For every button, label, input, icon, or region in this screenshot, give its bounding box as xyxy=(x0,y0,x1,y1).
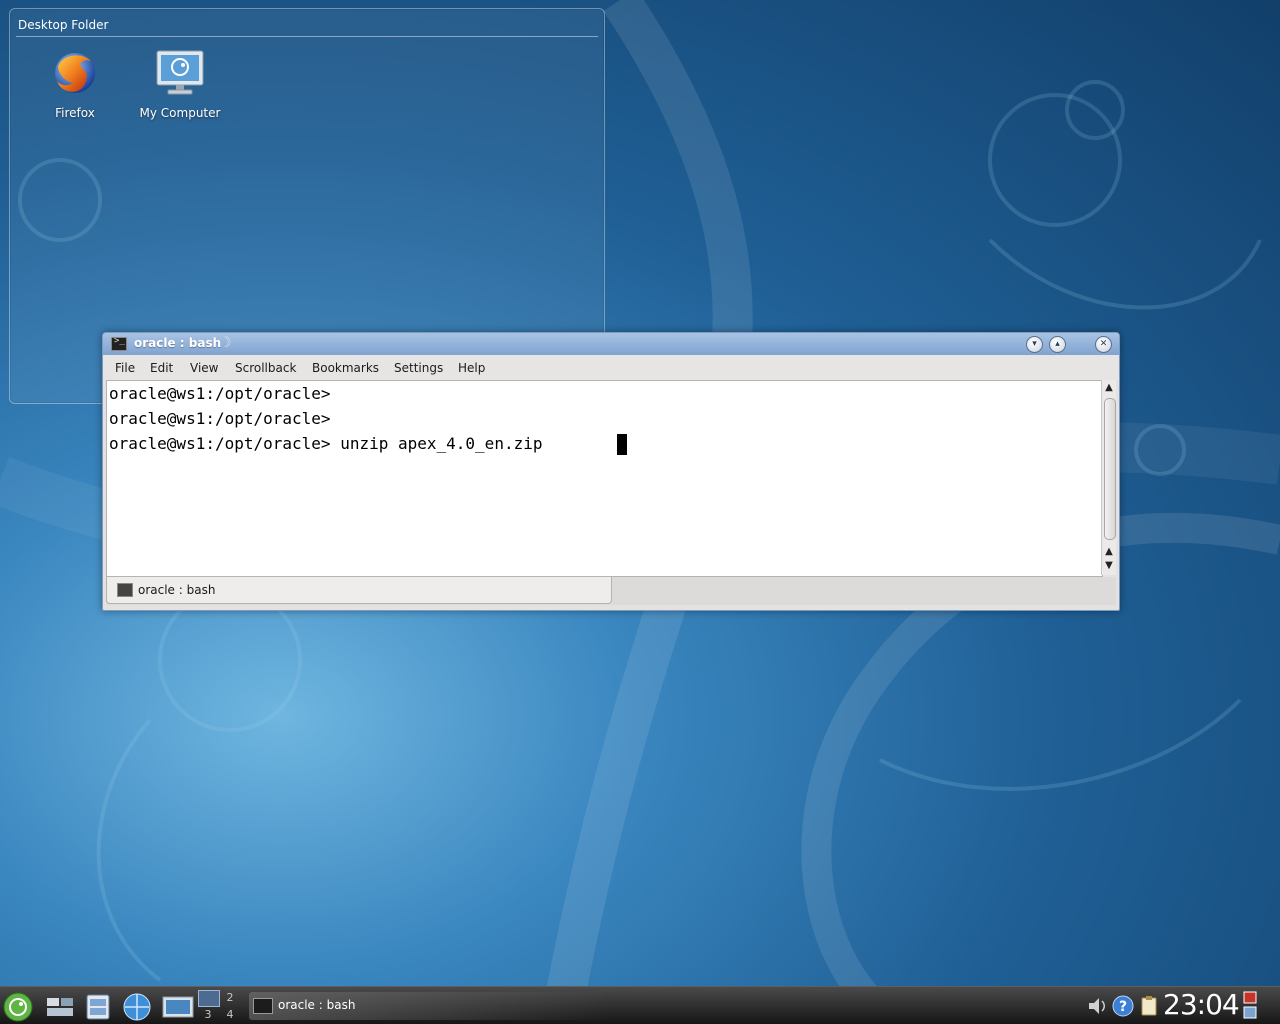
scroll-down-arrow-icon[interactable]: ▼ xyxy=(1102,560,1116,572)
folder-view-divider xyxy=(16,36,598,37)
pager-desktop-2[interactable]: 2 xyxy=(220,990,240,1005)
menu-edit[interactable]: Edit xyxy=(150,361,173,375)
pager-desktop-1[interactable]: 1 xyxy=(198,990,220,1007)
kickoff-menu-icon xyxy=(3,992,33,1022)
folder-view-title: Desktop Folder xyxy=(18,18,109,32)
desktop-icon-label: Firefox xyxy=(55,106,95,120)
menu-file[interactable]: File xyxy=(115,361,135,375)
menu-settings[interactable]: Settings xyxy=(394,361,443,375)
terminal-line: oracle@ws1:/opt/oracle> xyxy=(109,409,331,428)
scrollbar[interactable]: ▲ ▲ ▼ xyxy=(1101,380,1116,575)
terminal-icon xyxy=(117,583,133,597)
menu-scrollback[interactable]: Scrollback xyxy=(235,361,296,375)
computer-icon xyxy=(156,50,204,95)
taskbar: 1 2 3 4 oracle : bash ? 23:04 xyxy=(0,986,1280,1024)
menu-help[interactable]: Help xyxy=(458,361,485,375)
maximize-button[interactable]: ▴ xyxy=(1049,336,1066,353)
show-desktop-icon xyxy=(47,998,73,1016)
openSUSE-gecko-icon: ☽ xyxy=(219,335,232,351)
volume-icon[interactable] xyxy=(1086,995,1108,1021)
konsole-window[interactable]: >_ oracle : bash ☽ ▾ ▴ ✕ File Edit View … xyxy=(102,332,1120,611)
firefox-icon xyxy=(55,53,95,93)
terminal-line: oracle@ws1:/opt/oracle> xyxy=(109,384,331,403)
minimize-button[interactable]: ▾ xyxy=(1026,336,1043,353)
terminal-line: oracle@ws1:/opt/oracle> unzip apex_4.0_e… xyxy=(109,434,553,453)
file-manager-icon xyxy=(86,994,110,1020)
maximize-icon: ▴ xyxy=(1055,339,1060,349)
pager-desktop-4[interactable]: 4 xyxy=(220,1007,240,1022)
tab-label: oracle : bash xyxy=(138,583,216,597)
scrollbar-thumb[interactable] xyxy=(1104,398,1116,540)
svg-text:?: ? xyxy=(1119,999,1127,1015)
show-desktop-button[interactable] xyxy=(46,992,74,1020)
terminal-output[interactable]: oracle@ws1:/opt/oracle> oracle@ws1:/opt/… xyxy=(106,380,1103,577)
desktop-icon-firefox[interactable]: Firefox xyxy=(25,49,125,120)
minimize-icon: ▾ xyxy=(1032,339,1037,349)
terminal-icon: >_ xyxy=(111,336,127,351)
menu-view[interactable]: View xyxy=(190,361,218,375)
task-label: oracle : bash xyxy=(278,998,356,1012)
tab-oracle-bash[interactable]: oracle : bash xyxy=(106,577,612,604)
pager-desktop-3[interactable]: 3 xyxy=(198,1007,218,1022)
text-cursor xyxy=(617,434,627,455)
scroll-up-arrow-icon[interactable]: ▲ xyxy=(1102,382,1116,394)
tab-bar: oracle : bash xyxy=(106,577,1116,605)
application-launcher-button[interactable] xyxy=(3,992,33,1022)
file-manager-button[interactable] xyxy=(84,992,112,1020)
menubar: File Edit View Scrollback Bookmarks Sett… xyxy=(103,355,1119,380)
scroll-up-arrow-icon[interactable]: ▲ xyxy=(1102,546,1116,558)
clock[interactable]: 23:04 xyxy=(1163,988,1240,1021)
desktop-icon-label: My Computer xyxy=(139,106,221,120)
desktop-icon-my-computer[interactable]: My Computer xyxy=(130,49,230,120)
close-button[interactable]: ✕ xyxy=(1095,336,1112,353)
task-konsole[interactable]: oracle : bash xyxy=(249,992,609,1020)
window-titlebar[interactable]: >_ oracle : bash ☽ ▾ ▴ ✕ xyxy=(103,333,1119,355)
clipboard-icon[interactable] xyxy=(1138,995,1160,1021)
desktop: Desktop Folder Firefox My Computer >_ or… xyxy=(0,0,1280,1024)
system-button[interactable] xyxy=(161,992,194,1020)
help-icon[interactable]: ? xyxy=(1112,995,1134,1021)
web-browser-icon xyxy=(123,993,151,1021)
close-icon: ✕ xyxy=(1099,339,1108,349)
virtual-desktop-pager[interactable]: 1 2 3 4 xyxy=(198,989,242,1023)
web-browser-button[interactable] xyxy=(121,992,151,1021)
network-icon[interactable] xyxy=(1243,990,1259,1024)
window-title: oracle : bash xyxy=(134,336,222,350)
terminal-icon xyxy=(253,998,273,1014)
system-icon xyxy=(162,996,194,1018)
menu-bookmarks[interactable]: Bookmarks xyxy=(312,361,379,375)
